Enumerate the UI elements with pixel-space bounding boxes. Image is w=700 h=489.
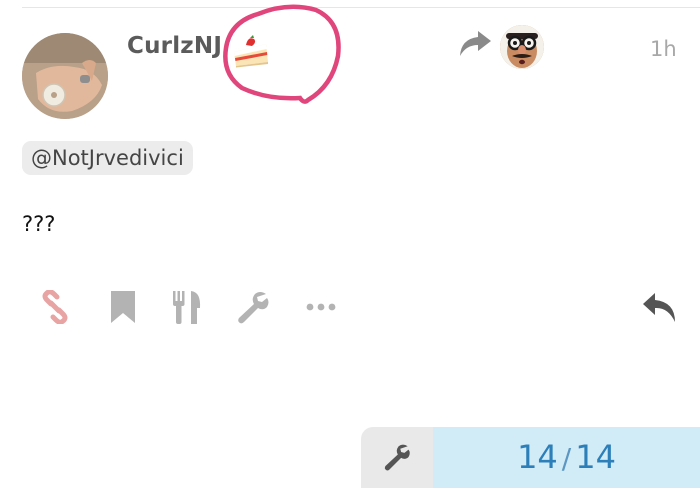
wrench-button[interactable] [236, 290, 270, 324]
admin-wrench-button[interactable] [361, 427, 433, 488]
more-icon [306, 303, 336, 311]
link-icon [42, 289, 68, 325]
wrench-icon [238, 292, 269, 324]
bookmark-icon [111, 291, 135, 323]
divider [22, 7, 700, 8]
progress-separator: / [561, 442, 572, 475]
disguise-face [500, 25, 544, 69]
progress-total: 14 [575, 438, 616, 476]
avatar[interactable] [22, 33, 108, 119]
link-button[interactable] [38, 289, 72, 325]
fork-knife-icon [173, 291, 201, 324]
reply-button[interactable] [642, 290, 676, 324]
post-body: ??? [22, 212, 56, 236]
topic-progress[interactable]: 14/14 [433, 427, 700, 488]
reply-icon [643, 293, 675, 322]
mention-tag[interactable]: @NotJrvedivici [22, 141, 193, 175]
progress-current: 14 [517, 438, 558, 476]
wrench-icon [384, 444, 410, 471]
post-age[interactable]: 1h [650, 37, 677, 61]
share-arrow-icon[interactable] [458, 28, 492, 58]
food-button[interactable] [170, 290, 204, 324]
reply-to-avatar[interactable] [500, 25, 544, 69]
avatar-photo [22, 33, 108, 119]
bookmark-button[interactable] [106, 290, 140, 324]
username[interactable]: CurlzNJ [127, 33, 222, 59]
annotation-circle [223, 4, 341, 104]
more-button[interactable] [304, 290, 338, 324]
